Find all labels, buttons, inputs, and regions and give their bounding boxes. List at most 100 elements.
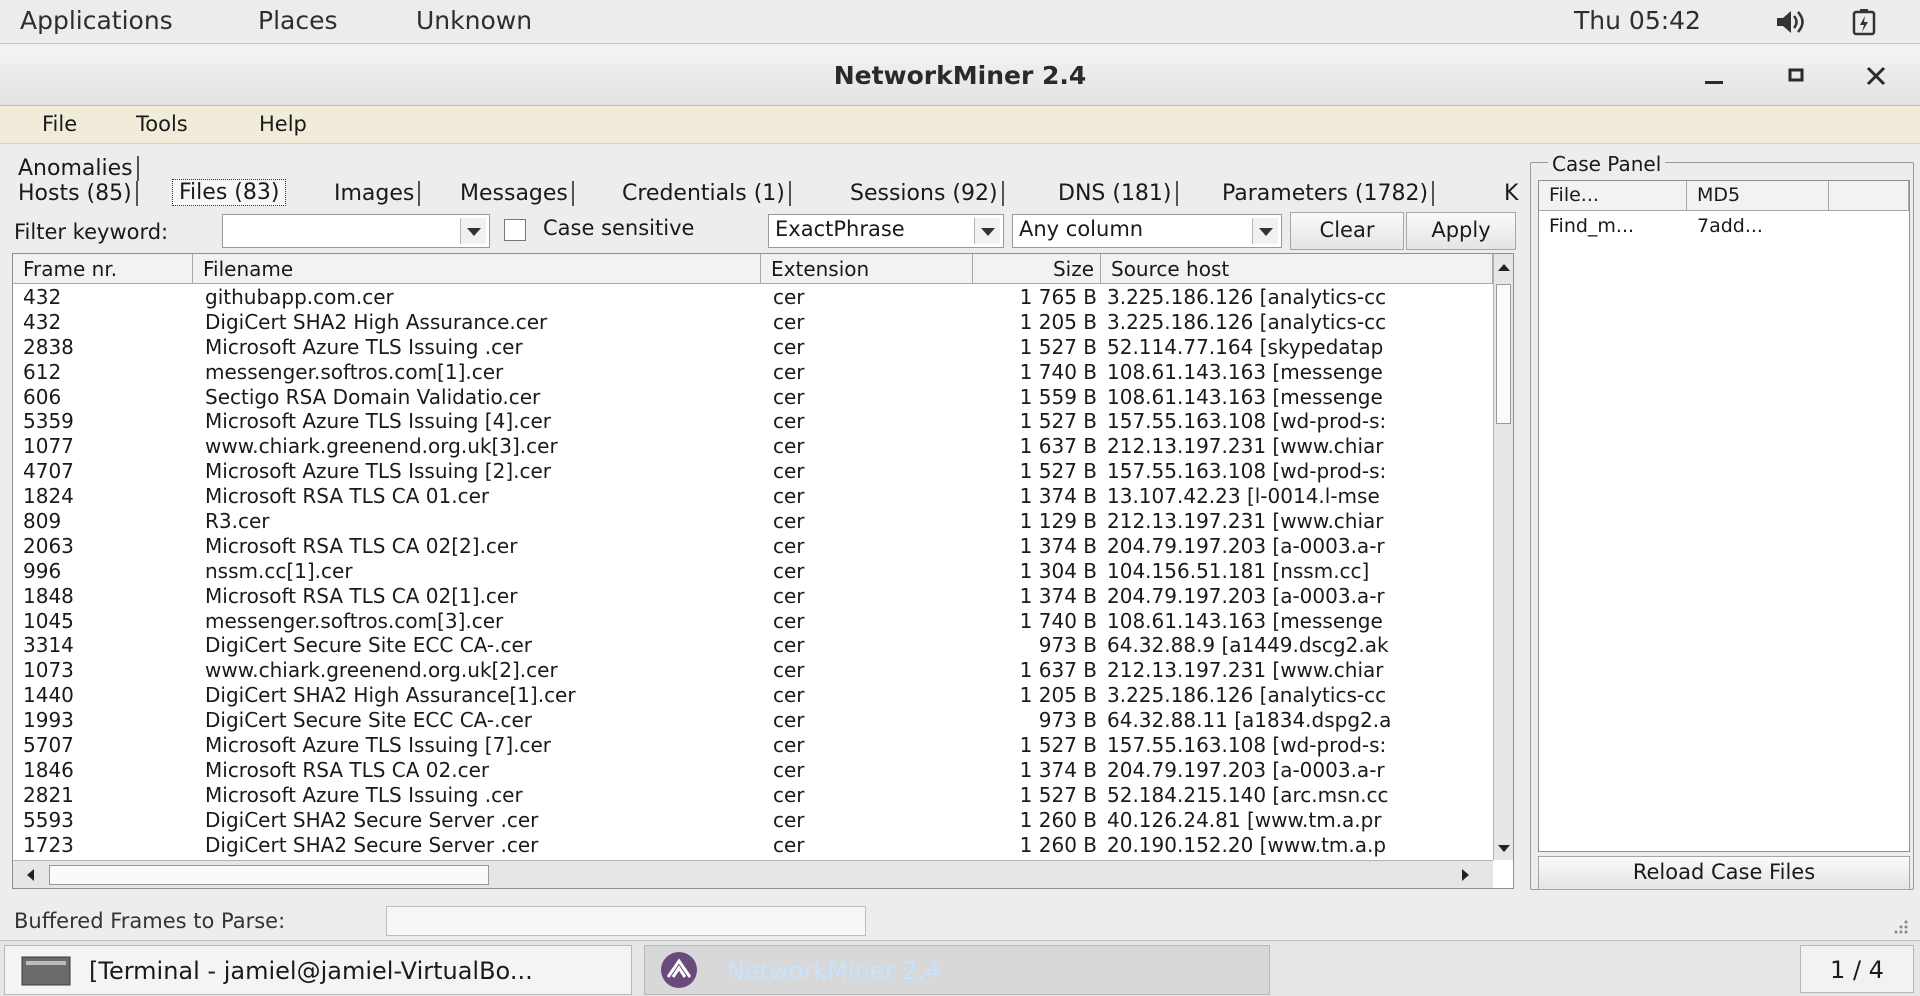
scroll-right-icon[interactable] [1455, 865, 1475, 885]
case-column-extra[interactable] [1829, 181, 1909, 211]
menu-file[interactable]: File [42, 112, 77, 136]
minimize-button[interactable] [1694, 58, 1734, 94]
column-header-size[interactable]: Size [973, 254, 1101, 284]
battery-icon[interactable] [1850, 8, 1882, 36]
table-row[interactable]: 996 nssm.cc[1].cer cer 1 304 B 104.156.51.18… [13, 559, 1493, 584]
table-body: 432 githubapp.com.cer cer 1 765 B 3.225.186.… [13, 285, 1493, 857]
cell-extension: cer [773, 459, 805, 484]
column-header-frame[interactable]: Frame nr. [13, 254, 193, 284]
table-row[interactable]: 809 R3.cer cer 1 129 B 212.13.197.231 [www.c… [13, 509, 1493, 534]
case-row-md5[interactable]: 7add... [1697, 215, 1763, 237]
table-row[interactable]: 2838 Microsoft Azure TLS Issuing .cer cer 1… [13, 335, 1493, 360]
cell-filename: Sectigo RSA Domain Validatio.cer [205, 384, 541, 409]
places-menu[interactable]: Places [258, 6, 338, 35]
horizontal-scroll-thumb[interactable] [49, 865, 489, 885]
case-files-table[interactable]: File... MD5 Find_m... 7add... [1538, 180, 1910, 852]
cell-source-host: 108.61.143.163 [messenge [1107, 359, 1383, 384]
cell-size: 1 559 B [1019, 384, 1097, 409]
filter-keyword-input[interactable] [222, 214, 490, 248]
table-row[interactable]: 1077 www.chiark.greenend.org.uk[3].cer cer… [13, 434, 1493, 459]
column-header-extension[interactable]: Extension [761, 254, 973, 284]
taskbar-terminal[interactable]: [Terminal - jamiel@jamiel-VirtualBo... [4, 945, 632, 995]
table-row[interactable]: 1723 DigiCert SHA2 Secure Server .cer cer 1… [13, 833, 1493, 858]
cell-extension: cer [773, 558, 805, 583]
cell-frame: 432 [23, 285, 62, 309]
cell-extension: cer [773, 285, 805, 309]
table-row[interactable]: 2821 Microsoft Azure TLS Issuing .cer cer 1… [13, 783, 1493, 808]
chevron-down-icon[interactable] [460, 218, 486, 244]
vertical-scrollbar[interactable] [1493, 254, 1513, 860]
table-row[interactable]: 5359 Microsoft Azure TLS Issuing [4].cer c… [13, 409, 1493, 434]
cell-size: 1 374 B [1019, 757, 1097, 782]
cell-size: 1 527 B [1019, 409, 1097, 434]
table-row[interactable]: 432 DigiCert SHA2 High Assurance.cer cer 1 … [13, 310, 1493, 335]
chevron-down-icon[interactable] [974, 218, 1000, 244]
clock[interactable]: Thu 05:42 [1574, 6, 1701, 35]
menu-tools[interactable]: Tools [136, 112, 188, 136]
tab-messages[interactable]: Messages [456, 181, 574, 206]
case-column-md5[interactable]: MD5 [1687, 181, 1829, 211]
volume-icon[interactable] [1774, 8, 1806, 36]
cell-filename: R3.cer [205, 509, 270, 534]
window-title: NetworkMiner 2.4 [833, 61, 1087, 90]
table-row[interactable]: 612 messenger.softros.com[1].cer cer 1 740 … [13, 360, 1493, 385]
unknown-menu[interactable]: Unknown [416, 6, 532, 35]
tab-hosts[interactable]: Hosts (85) [14, 181, 138, 206]
maximize-button[interactable] [1776, 58, 1816, 94]
reload-case-files-button[interactable]: Reload Case Files [1538, 856, 1910, 890]
applications-menu[interactable]: Applications [20, 6, 173, 35]
tab-images[interactable]: Images [330, 181, 421, 206]
cell-extension: cer [773, 608, 805, 633]
case-row-file[interactable]: Find_m... [1549, 215, 1634, 237]
cell-filename: Microsoft Azure TLS Issuing .cer [205, 782, 523, 807]
horizontal-scrollbar[interactable] [13, 860, 1493, 888]
scroll-down-icon[interactable] [1494, 838, 1513, 858]
tab-credentials[interactable]: Credentials (1) [618, 181, 791, 206]
workspace-pager[interactable]: 1 / 4 [1800, 945, 1914, 993]
cell-source-host: 64.32.88.11 [a1834.dspg2.a [1107, 708, 1392, 733]
scroll-up-icon[interactable] [1494, 258, 1513, 278]
taskbar-networkminer[interactable]: NetworkMiner 2.4 [644, 945, 1270, 995]
tab-files[interactable]: Files (83) [172, 179, 287, 206]
close-button[interactable] [1856, 58, 1896, 94]
table-row[interactable]: 5593 DigiCert SHA2 Secure Server .cer cer 1… [13, 808, 1493, 833]
resize-grip-icon[interactable] [1888, 918, 1910, 940]
case-sensitive-checkbox[interactable] [504, 219, 526, 241]
cell-source-host: 3.225.186.126 [analytics-cc [1107, 285, 1387, 309]
column-header-filename[interactable]: Filename [193, 254, 761, 284]
table-row[interactable]: 2063 Microsoft RSA TLS CA 02[2].cer cer 1 3… [13, 534, 1493, 559]
taskbar-networkminer-label: NetworkMiner 2.4 [727, 957, 941, 985]
column-header-source-host[interactable]: Source host [1101, 254, 1493, 284]
table-row[interactable]: 1045 messenger.softros.com[3].cer cer 1 740… [13, 609, 1493, 634]
scroll-left-icon[interactable] [21, 865, 41, 885]
window-titlebar[interactable]: NetworkMiner 2.4 [0, 46, 1920, 106]
tab-dns[interactable]: DNS (181) [1054, 181, 1178, 206]
table-row[interactable]: 3314 DigiCert Secure Site ECC CA-.cer cer 9… [13, 633, 1493, 658]
table-row[interactable]: 606 Sectigo RSA Domain Validatio.cer cer 1 … [13, 385, 1493, 410]
files-table[interactable]: Frame nr. Filename Extension Size Source… [12, 253, 1514, 889]
column-select[interactable]: Any column [1012, 214, 1282, 248]
tab-keywords[interactable]: K [1500, 181, 1522, 206]
table-row[interactable]: 4707 Microsoft Azure TLS Issuing [2].cer c… [13, 459, 1493, 484]
table-row[interactable]: 5707 Microsoft Azure TLS Issuing [7].cer c… [13, 733, 1493, 758]
cell-frame: 809 [23, 509, 62, 534]
vertical-scroll-thumb[interactable] [1496, 284, 1511, 424]
tab-anomalies[interactable]: Anomalies [14, 156, 139, 181]
table-row[interactable]: 1073 www.chiark.greenend.org.uk[2].cer cer… [13, 658, 1493, 683]
table-row[interactable]: 1824 Microsoft RSA TLS CA 01.cer cer 1 374 … [13, 484, 1493, 509]
tab-parameters[interactable]: Parameters (1782) [1218, 181, 1435, 206]
menu-help[interactable]: Help [259, 112, 307, 136]
apply-button[interactable]: Apply [1406, 212, 1516, 250]
match-mode-select[interactable]: ExactPhrase [768, 214, 1004, 248]
chevron-down-icon[interactable] [1252, 218, 1278, 244]
table-row[interactable]: 1848 Microsoft RSA TLS CA 02[1].cer cer 1 3… [13, 584, 1493, 609]
table-row[interactable]: 1846 Microsoft RSA TLS CA 02.cer cer 1 374 … [13, 758, 1493, 783]
tab-sessions[interactable]: Sessions (92) [846, 181, 1004, 206]
case-column-file[interactable]: File... [1539, 181, 1687, 211]
table-row[interactable]: 432 githubapp.com.cer cer 1 765 B 3.225.186.… [13, 285, 1493, 310]
cell-extension: cer [773, 359, 805, 384]
cell-extension: cer [773, 533, 805, 558]
table-row[interactable]: 1993 DigiCert Secure Site ECC CA-.cer cer 9… [13, 708, 1493, 733]
clear-button[interactable]: Clear [1290, 212, 1404, 250]
table-row[interactable]: 1440 DigiCert SHA2 High Assurance[1].cer c… [13, 683, 1493, 708]
